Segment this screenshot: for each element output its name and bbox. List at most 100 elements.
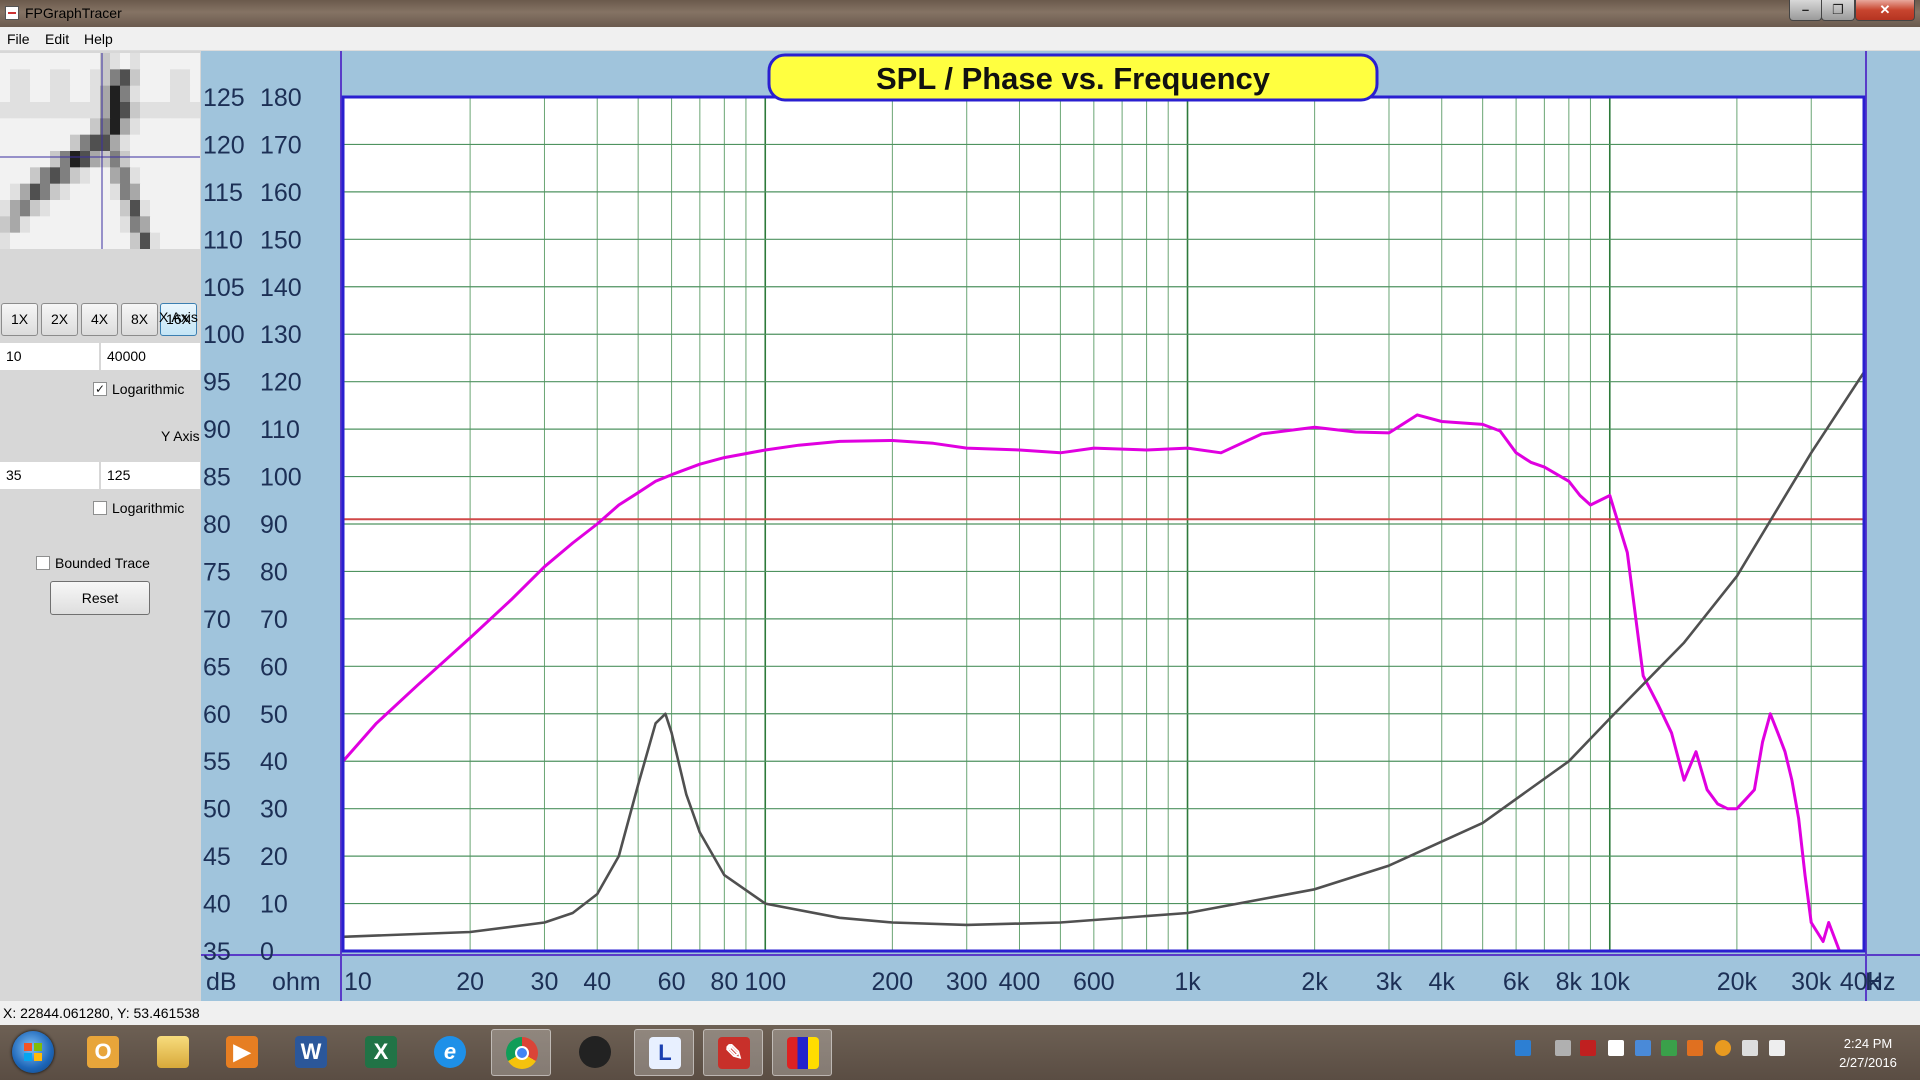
magnifier-pixel — [120, 200, 131, 217]
tray-volume-icon[interactable] — [1742, 1040, 1758, 1056]
magnifier-pixel — [130, 69, 141, 87]
magnifier-pixel — [190, 232, 200, 249]
x-tick-label: 30k — [1791, 968, 1832, 996]
tray-update-icon[interactable] — [1661, 1040, 1677, 1056]
x-tick-label: 20 — [456, 968, 484, 996]
magnifier-pixel — [10, 134, 21, 152]
magnifier-pixel — [120, 69, 131, 87]
app-icon — [5, 6, 19, 20]
close-button[interactable]: ✕ — [1855, 0, 1915, 21]
magnifier-pixel — [160, 232, 171, 249]
y-tick-label-ohm: 110 — [260, 416, 300, 444]
x-axis-unit-db: dB — [206, 968, 237, 996]
tray-power-icon[interactable] — [1769, 1040, 1785, 1056]
x-axis-max-input[interactable] — [101, 343, 200, 370]
magnifier-pixel — [120, 216, 131, 234]
magnifier-pixel — [110, 151, 121, 168]
menu-file[interactable]: File — [7, 31, 30, 47]
clock-time: 2:24 PM — [1843, 1036, 1893, 1051]
tray-acrobat-icon[interactable] — [1580, 1040, 1596, 1056]
x-tick-label: 40 — [583, 968, 611, 996]
y-tick-label-db: 110 — [203, 226, 243, 254]
taskbar-app-black[interactable] — [565, 1029, 625, 1076]
taskbar-word[interactable]: W — [281, 1029, 341, 1076]
bounded-trace-checkbox[interactable] — [36, 556, 50, 570]
taskbar-media-player[interactable]: ▶ — [212, 1029, 272, 1076]
magnifier-pixel — [120, 167, 131, 185]
magnifier-pixel — [130, 200, 141, 217]
spl-phase-chart[interactable]: 3540455055606570758085909510010511011512… — [201, 51, 1920, 1001]
y-tick-label-ohm: 30 — [260, 796, 288, 824]
magnifier-pixel — [0, 232, 11, 249]
tray-avast-icon[interactable] — [1715, 1040, 1731, 1056]
zoom-4x-button[interactable]: 4X — [81, 303, 118, 336]
y-tick-label-ohm: 50 — [260, 701, 288, 729]
taskbar-explorer[interactable] — [143, 1029, 203, 1076]
word-icon: W — [295, 1036, 327, 1068]
magnifier-pixel — [180, 118, 191, 136]
clock-date: 2/27/2016 — [1839, 1055, 1897, 1070]
magnifier-view — [0, 53, 200, 249]
magnifier-pixel — [130, 134, 141, 152]
y-axis-min-input[interactable] — [0, 462, 99, 489]
magnifier-pixel — [160, 151, 171, 168]
magnifier-pixel — [80, 167, 91, 185]
reset-button[interactable]: Reset — [50, 581, 150, 615]
tray-network-icon[interactable] — [1515, 1040, 1531, 1056]
tray-office-icon[interactable] — [1687, 1040, 1703, 1056]
maximize-button[interactable]: ❐ — [1821, 0, 1855, 21]
taskbar-internet-explorer[interactable]: e — [420, 1029, 480, 1076]
zoom-8x-button[interactable]: 8X — [121, 303, 158, 336]
folder-icon — [157, 1036, 189, 1068]
magnifier-pixel — [20, 69, 31, 87]
magnifier-pixel — [50, 232, 61, 249]
taskbar-excel[interactable]: X — [351, 1029, 411, 1076]
magnifier-pixel — [20, 151, 31, 168]
taskbar-app-red[interactable]: ✎ — [703, 1029, 763, 1076]
magnifier-pixel — [180, 151, 191, 168]
start-button[interactable] — [12, 1031, 54, 1073]
magnifier-pixel — [120, 102, 131, 119]
zoom-1x-button[interactable]: 1X — [1, 303, 38, 336]
magnifier-pixel — [170, 167, 181, 185]
magnifier-pixel — [10, 200, 21, 217]
magnifier-pixel — [170, 102, 181, 119]
magnifier-pixel — [50, 200, 61, 217]
taskbar-outlook[interactable]: O — [73, 1029, 133, 1076]
tray-flag-icon[interactable] — [1608, 1040, 1624, 1056]
taskbar-chrome[interactable] — [491, 1029, 551, 1076]
taskbar-app-fpgraphtracer[interactable] — [772, 1029, 832, 1076]
minimize-button[interactable]: – — [1789, 0, 1822, 21]
y-logarithmic-checkbox[interactable] — [93, 501, 107, 515]
magnifier-pixel — [20, 85, 31, 103]
menu-help[interactable]: Help — [84, 31, 113, 47]
tray-monitor-icon[interactable] — [1635, 1040, 1651, 1056]
magnifier-pixel — [90, 167, 101, 185]
taskbar-app-l[interactable]: L — [634, 1029, 694, 1076]
magnifier-pixel — [40, 102, 51, 119]
zoom-2x-button[interactable]: 2X — [41, 303, 78, 336]
x-axis-min-input[interactable] — [0, 343, 99, 370]
magnifier-pixel — [160, 216, 171, 234]
menu-edit[interactable]: Edit — [45, 31, 69, 47]
y-axis-max-input[interactable] — [101, 462, 200, 489]
magnifier-pixel — [80, 151, 91, 168]
magnifier-pixel — [40, 85, 51, 103]
y-tick-label-db: 115 — [203, 179, 243, 207]
taskbar-clock[interactable]: 2:24 PM 2/27/2016 — [1822, 1034, 1914, 1072]
magnifier-pixel — [60, 151, 71, 168]
x-tick-label: 200 — [872, 968, 914, 996]
y-tick-label-db: 50 — [203, 796, 231, 824]
magnifier-pixel — [170, 53, 181, 70]
magnifier-pixel — [60, 232, 71, 249]
magnifier-pixel — [140, 118, 151, 136]
x-tick-label: 100 — [744, 968, 786, 996]
magnifier-pixel — [110, 216, 121, 234]
tray-wifi-icon[interactable] — [1555, 1040, 1571, 1056]
magnifier-pixel — [120, 134, 131, 152]
magnifier-pixel — [160, 85, 171, 103]
graph-canvas[interactable]: 35 40 45 50 55 60 65 70 75 80 85 90 95 100 105 110 115 12… — [201, 51, 1920, 1001]
chrome-icon — [506, 1037, 538, 1069]
x-logarithmic-checkbox[interactable]: ✓ — [93, 382, 107, 396]
magnifier-pixel — [160, 183, 171, 201]
